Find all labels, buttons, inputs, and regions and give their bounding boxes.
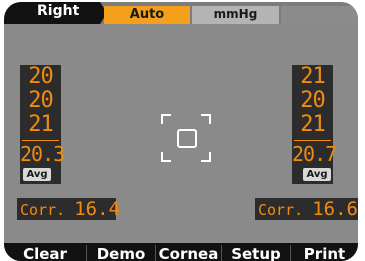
tonometer-screen: Right Auto mmHg 20 20 21 20.3 Avg 21 20 … — [4, 2, 358, 261]
right-avg-badge: Avg — [303, 168, 331, 181]
right-reading-3: 21 — [300, 112, 326, 137]
right-corr-label: Corr. — [258, 201, 304, 219]
left-readings-panel: 20 20 21 20.3 Avg — [20, 64, 65, 184]
left-corr-value: 16.4 — [74, 198, 120, 220]
print-button[interactable]: Print — [291, 243, 358, 261]
target-corner-top-right — [201, 114, 211, 124]
softkey-bar: Clear Demo Cornea Setup Print — [4, 243, 358, 261]
target-corner-bottom-right — [201, 152, 211, 162]
demo-button[interactable]: Demo — [87, 243, 155, 261]
left-reading-2: 20 — [28, 88, 54, 113]
left-corrected-pressure: Corr. 16.4 — [17, 198, 120, 220]
right-divider — [294, 140, 331, 141]
eye-indicator[interactable]: Right — [4, 2, 100, 24]
left-average-value: 20.3 — [20, 142, 65, 166]
target-corner-bottom-left — [161, 152, 171, 162]
left-reading-1: 20 — [28, 64, 54, 89]
left-avg-badge: Avg — [23, 168, 51, 181]
right-readings-panel: 21 20 21 20.7 Avg — [292, 64, 337, 184]
measurement-mode-tab[interactable]: Auto — [104, 6, 190, 24]
right-corr-value: 16.6 — [312, 198, 358, 220]
pressure-unit-tab[interactable]: mmHg — [192, 6, 279, 24]
target-center-box — [177, 129, 197, 148]
alignment-target-icon — [161, 114, 211, 162]
right-corrected-pressure: Corr. 16.6 — [255, 198, 358, 220]
left-reading-3: 21 — [28, 112, 54, 137]
right-reading-2: 20 — [300, 88, 326, 113]
status-bar: Right Auto mmHg — [4, 2, 358, 24]
status-bar-spare-slot — [281, 6, 358, 24]
target-corner-top-left — [161, 114, 171, 124]
cornea-button[interactable]: Cornea — [156, 243, 221, 261]
right-reading-1: 21 — [300, 64, 326, 89]
clear-button[interactable]: Clear — [4, 243, 86, 261]
left-corr-label: Corr. — [20, 201, 66, 219]
left-divider — [22, 140, 59, 141]
right-average-value: 20.7 — [292, 142, 337, 166]
setup-button[interactable]: Setup — [222, 243, 290, 261]
